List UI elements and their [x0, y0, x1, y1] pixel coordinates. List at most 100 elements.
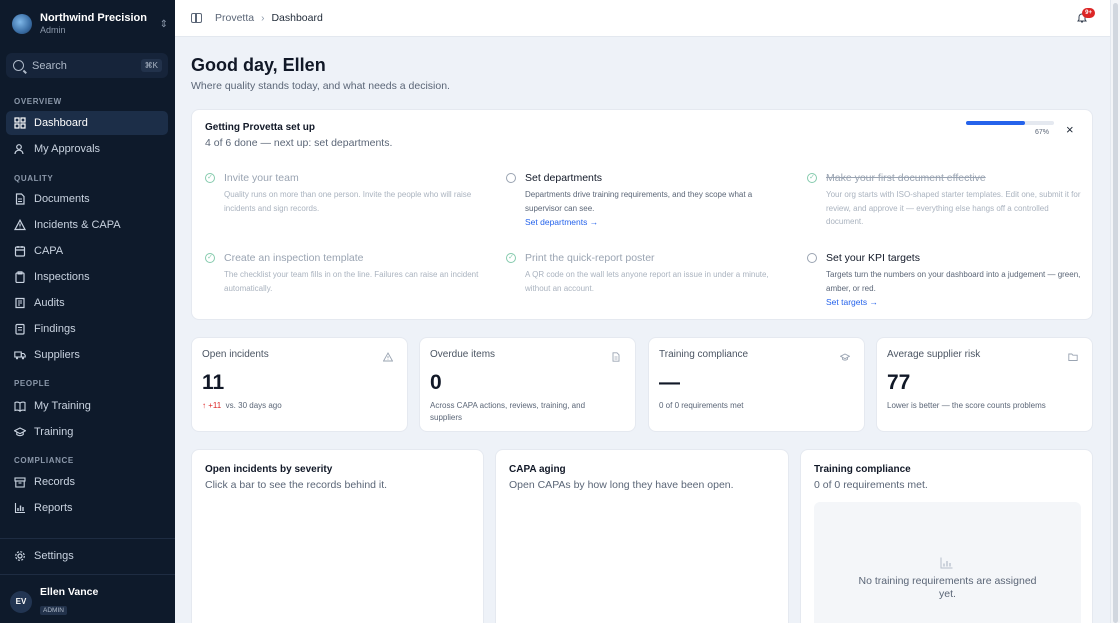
- stat-title: Overdue items: [430, 349, 496, 360]
- avatar: EV: [10, 590, 32, 613]
- setup-task-inspection-template[interactable]: ✓ Create an inspection template The chec…: [205, 252, 485, 295]
- breadcrumb-current: Dashboard: [271, 12, 323, 24]
- setup-task-set-departments[interactable]: Set departments Departments drive traini…: [506, 172, 786, 227]
- setup-task-kpi-targets[interactable]: Set your KPI targets Targets turn the nu…: [807, 252, 1087, 307]
- stat-note: Across CAPA actions, reviews, training, …: [430, 401, 586, 422]
- empty-circle-icon: [807, 253, 817, 263]
- task-title: Invite your team: [224, 172, 299, 184]
- scrollbar-thumb[interactable]: [1113, 3, 1118, 623]
- task-title: Make your first document effective: [826, 172, 986, 184]
- user-menu[interactable]: EV Ellen Vance ADMIN: [10, 586, 98, 617]
- user-role-badge: ADMIN: [40, 606, 67, 615]
- search-button[interactable]: Search ⌘K: [6, 53, 168, 78]
- panel-capa-aging: CAPA aging Open CAPAs by how long they h…: [495, 449, 789, 623]
- scrollbar[interactable]: [1110, 0, 1120, 623]
- sidebar-item-label: Incidents & CAPA: [34, 219, 121, 231]
- check-circle-icon: ✓: [506, 253, 516, 263]
- stat-title: Training compliance: [659, 349, 749, 360]
- sidebar-item-suppliers[interactable]: Suppliers: [6, 343, 168, 367]
- setup-task-quick-report-poster[interactable]: ✓ Print the quick-report poster A QR cod…: [506, 252, 786, 295]
- sidebar-toggle-icon[interactable]: [191, 13, 202, 23]
- sidebar-item-documents[interactable]: Documents: [6, 187, 168, 211]
- chevron-up-down-icon: ⇕: [159, 18, 168, 30]
- sidebar-item-label: My Training: [34, 400, 91, 412]
- sidebar-divider: [0, 574, 175, 575]
- warning-icon: [383, 352, 393, 362]
- breadcrumb-root[interactable]: Provetta: [215, 12, 254, 24]
- search-icon: [13, 60, 24, 71]
- section-overview: OVERVIEW: [14, 97, 62, 106]
- sidebar-item-label: Findings: [34, 323, 76, 335]
- close-button[interactable]: ×: [1066, 123, 1074, 136]
- sidebar-item-label: My Approvals: [34, 143, 101, 155]
- panel-title: Open incidents by severity: [205, 464, 333, 475]
- document-icon: [612, 352, 620, 362]
- check-circle-icon: ✓: [807, 173, 817, 183]
- setup-task-invite-team[interactable]: ✓ Invite your team Quality runs on more …: [205, 172, 485, 215]
- sidebar-item-label: Reports: [34, 502, 73, 514]
- section-compliance: COMPLIANCE: [14, 456, 74, 465]
- setup-checklist-card: Getting Provetta set up 4 of 6 done — ne…: [191, 109, 1093, 320]
- panel-training-compliance: Training compliance 0 of 0 requirements …: [800, 449, 1093, 623]
- stat-card-open-incidents[interactable]: Open incidents 11 ↑ +11 vs. 30 days ago: [191, 337, 408, 432]
- bar-chart-icon: [940, 557, 953, 569]
- stat-value: —: [659, 371, 680, 394]
- empty-state: No training requirements are assigned ye…: [814, 502, 1081, 623]
- user-name: Ellen Vance: [40, 586, 99, 598]
- set-targets-link[interactable]: Set targets →: [826, 297, 1087, 307]
- sidebar-item-reports[interactable]: Reports: [6, 496, 168, 520]
- sidebar-item-label: Settings: [34, 550, 74, 562]
- stat-note: Lower is better — the score counts probl…: [887, 401, 1046, 410]
- stat-delta-note: vs. 30 days ago: [225, 401, 282, 410]
- arrow-up-icon: ↑: [202, 401, 206, 410]
- sidebar-item-incidents-capa[interactable]: Incidents & CAPA: [6, 213, 168, 237]
- sidebar-item-capa[interactable]: CAPA: [6, 239, 168, 263]
- stat-title: Open incidents: [202, 349, 269, 360]
- sidebar: Northwind Precision Admin ⇕ Search ⌘K OV…: [0, 0, 175, 623]
- empty-state-text: No training requirements are assigned ye…: [858, 575, 1037, 600]
- sidebar-item-settings[interactable]: Settings: [6, 544, 168, 568]
- sidebar-item-label: Documents: [34, 193, 90, 205]
- sidebar-item-inspections[interactable]: Inspections: [6, 265, 168, 289]
- section-people: PEOPLE: [14, 379, 51, 388]
- sidebar-item-records[interactable]: Records: [6, 470, 168, 494]
- topbar: Provetta › Dashboard 9+: [175, 0, 1110, 37]
- search-label: Search: [32, 59, 67, 72]
- sidebar-item-my-approvals[interactable]: My Approvals: [6, 137, 168, 161]
- sidebar-item-audits[interactable]: Audits: [6, 291, 168, 315]
- org-switcher[interactable]: Northwind Precision Admin ⇕: [10, 10, 168, 38]
- org-name: Northwind Precision: [40, 12, 147, 24]
- stat-delta: +11: [208, 401, 222, 410]
- org-role: Admin: [40, 25, 66, 35]
- setup-progress-fill: [966, 121, 1025, 125]
- panel-title: Training compliance: [814, 464, 911, 475]
- capa-icon: [14, 245, 26, 257]
- sidebar-item-training[interactable]: Training: [6, 420, 168, 444]
- dashboard-icon: [14, 117, 26, 129]
- sidebar-item-my-training[interactable]: My Training: [6, 394, 168, 418]
- task-description: Quality runs on more than one person. In…: [224, 190, 472, 213]
- setup-task-first-document[interactable]: ✓ Make your first document effective You…: [807, 172, 1087, 229]
- sidebar-item-label: Training: [34, 426, 74, 438]
- sidebar-item-dashboard[interactable]: Dashboard: [6, 111, 168, 135]
- setup-title: Getting Provetta set up: [205, 122, 316, 133]
- org-logo: [12, 14, 32, 34]
- sidebar-item-label: Suppliers: [34, 349, 80, 361]
- sidebar-item-findings[interactable]: Findings: [6, 317, 168, 341]
- sidebar-divider: [0, 538, 175, 539]
- task-description: Your org starts with ISO-shaped starter …: [826, 190, 1081, 226]
- truck-icon: [14, 349, 26, 361]
- stat-card-training-compliance[interactable]: Training compliance — 0 of 0 requirement…: [648, 337, 865, 432]
- stat-value: 77: [887, 371, 911, 394]
- stat-note: 0 of 0 requirements met: [659, 401, 744, 410]
- sidebar-item-label: Inspections: [34, 271, 90, 283]
- panel-incidents-by-severity: Open incidents by severity Click a bar t…: [191, 449, 484, 623]
- setup-subtitle: 4 of 6 done — next up: set departments.: [205, 137, 393, 149]
- stat-card-overdue-items[interactable]: Overdue items 0 Across CAPA actions, rev…: [419, 337, 636, 432]
- task-title: Create an inspection template: [224, 252, 364, 264]
- empty-circle-icon: [506, 173, 516, 183]
- set-departments-link[interactable]: Set departments →: [525, 217, 786, 227]
- sidebar-item-label: CAPA: [34, 245, 64, 257]
- stat-card-average-supplier-risk[interactable]: Average supplier risk 77 Lower is better…: [876, 337, 1093, 432]
- stat-value: 11: [202, 371, 225, 394]
